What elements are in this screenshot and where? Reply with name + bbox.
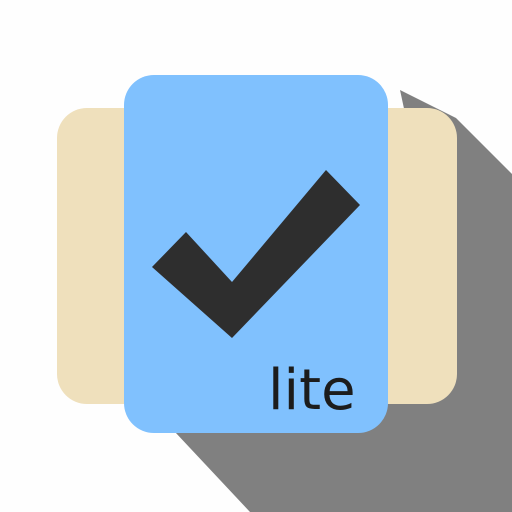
app-icon-art xyxy=(57,75,512,512)
app-icon: lite xyxy=(0,0,512,512)
lite-badge-label: lite xyxy=(268,358,356,423)
